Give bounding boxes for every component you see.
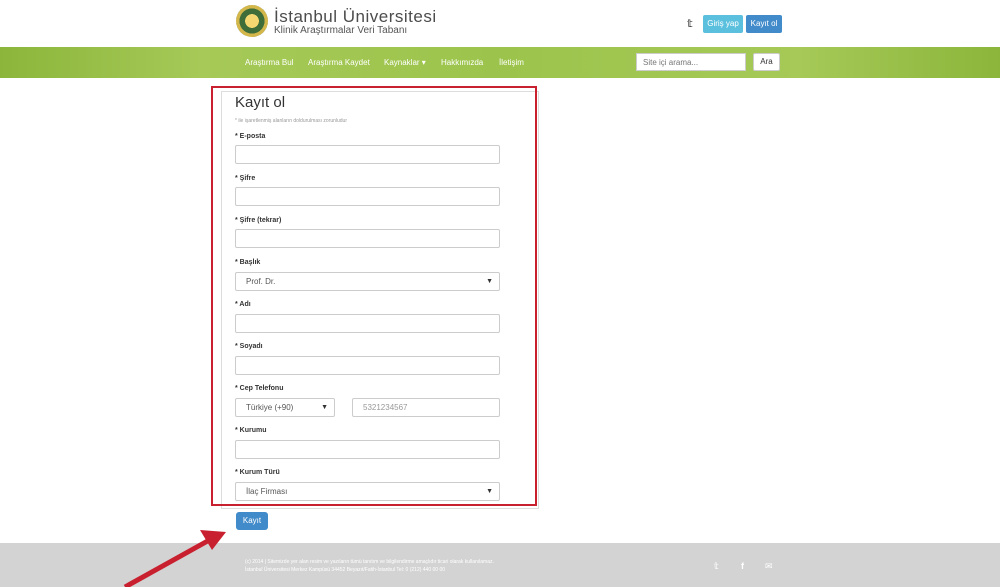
brand-subtitle: Klinik Araştırmalar Veri Tabanı (274, 25, 408, 36)
phone-country-select[interactable]: Türkiye (+90) ▼ (235, 398, 335, 417)
login-button[interactable]: Giriş yap (703, 15, 743, 33)
password-field[interactable] (235, 187, 500, 206)
phone-number-field[interactable]: 5321234567 (352, 398, 500, 417)
email-label: * E-posta (235, 133, 266, 140)
brand-title: İstanbul Üniversitesi (274, 7, 437, 26)
name-field[interactable] (235, 314, 500, 333)
register-button[interactable]: Kayıt ol (746, 15, 782, 33)
nav-item-register-research[interactable]: Araştırma Kaydet (308, 58, 370, 67)
university-logo-icon[interactable] (236, 5, 268, 37)
surname-label: * Soyadı (235, 343, 263, 350)
required-note: * ile işaretlenmiş alanların doldurulmas… (235, 118, 347, 124)
submit-button[interactable]: Kayıt (236, 512, 268, 530)
email-field[interactable] (235, 145, 500, 164)
chevron-down-icon: ▼ (486, 488, 493, 495)
surname-field[interactable] (235, 356, 500, 375)
nav-item-resources[interactable]: Kaynaklar ▾ (384, 58, 426, 67)
site-footer (0, 543, 1000, 587)
page-title: Kayıt ol (235, 94, 286, 111)
institution-label: * Kurumu (235, 427, 267, 434)
twitter-icon[interactable]: 𝕥 (714, 561, 719, 572)
title-select[interactable]: Prof. Dr. ▼ (235, 272, 500, 291)
password-label: * Şifre (235, 175, 256, 182)
site-search-input[interactable] (636, 53, 746, 71)
nav-item-about[interactable]: Hakkımızda (441, 58, 483, 67)
phone-country-value: Türkiye (+90) (246, 403, 294, 412)
twitter-icon[interactable]: 𝕥 (687, 17, 693, 30)
institution-field[interactable] (235, 440, 500, 459)
nav-item-contact[interactable]: İletişim (499, 58, 524, 67)
facebook-icon[interactable]: f (741, 561, 744, 571)
footer-address: İstanbul Üniversitesi Merkez Kampüsü 344… (245, 567, 446, 573)
institution-type-select[interactable]: İlaç Firması ▼ (235, 482, 500, 501)
brand[interactable]: İstanbul Üniversitesi Klinik Araştırmala… (274, 8, 437, 37)
institution-type-value: İlaç Firması (246, 487, 288, 496)
title-select-value: Prof. Dr. (246, 277, 276, 286)
footer-copyright: (c) 2014 | Sitemizde yer alan resim ve y… (245, 559, 494, 565)
name-label: * Adı (235, 301, 251, 308)
mail-icon[interactable]: ✉ (765, 561, 773, 572)
search-button[interactable]: Ara (753, 53, 780, 71)
chevron-down-icon: ▼ (321, 404, 328, 411)
chevron-down-icon: ▼ (486, 278, 493, 285)
password-repeat-label: * Şifre (tekrar) (235, 217, 282, 224)
password-repeat-field[interactable] (235, 229, 500, 248)
title-label: * Başlık (235, 259, 261, 266)
phone-label: * Cep Telefonu (235, 385, 284, 392)
nav-item-find-research[interactable]: Araştırma Bul (245, 58, 293, 67)
institution-type-label: * Kurum Türü (235, 469, 280, 476)
site-header: İstanbul Üniversitesi Klinik Araştırmala… (0, 0, 1000, 47)
